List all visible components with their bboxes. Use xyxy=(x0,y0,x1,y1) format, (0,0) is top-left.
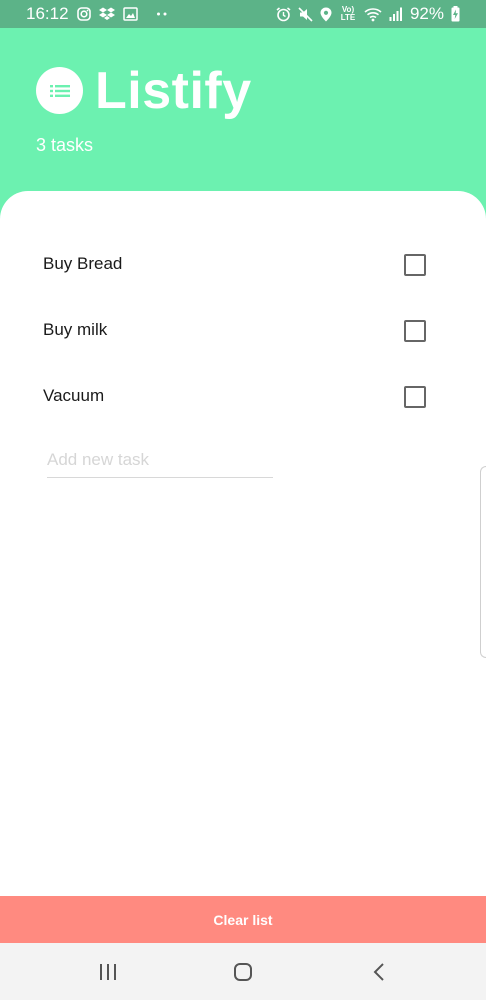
more-dots-icon xyxy=(156,5,168,23)
list-icon xyxy=(49,84,70,97)
task-checkbox[interactable] xyxy=(404,386,426,408)
volte-icon: Vo) LTE xyxy=(339,5,357,23)
home-icon xyxy=(234,962,252,981)
system-nav-bar xyxy=(0,943,486,1000)
app-logo xyxy=(36,67,83,114)
task-checkbox[interactable] xyxy=(404,320,426,342)
network-label: Vo) LTE xyxy=(340,5,356,22)
battery-level: 92% xyxy=(409,4,444,23)
task-label: Buy milk xyxy=(43,320,108,339)
back-icon xyxy=(373,962,384,981)
clear-list-button[interactable]: Clear list xyxy=(0,896,486,943)
task-label: Vacuum xyxy=(43,386,105,405)
edge-panel-handle[interactable] xyxy=(480,466,486,658)
home-button[interactable] xyxy=(213,943,273,1000)
back-button[interactable] xyxy=(349,943,409,1000)
alarm-icon xyxy=(276,5,291,23)
task-count: 3 tasks xyxy=(36,135,94,155)
image-icon xyxy=(122,5,138,23)
recent-apps-icon xyxy=(100,963,116,980)
location-icon xyxy=(320,5,332,23)
dropbox-icon xyxy=(98,5,115,23)
signal-icon xyxy=(389,5,403,23)
clock: 16:12 xyxy=(26,4,69,23)
mute-icon xyxy=(298,5,313,23)
recent-apps-button[interactable] xyxy=(78,943,138,1000)
task-checkbox[interactable] xyxy=(404,254,426,276)
status-bar: 16:12 Vo) LTE 92% xyxy=(0,0,486,28)
add-task-input[interactable] xyxy=(47,443,273,478)
instagram-icon xyxy=(76,5,91,23)
clear-list-label: Clear list xyxy=(213,911,273,928)
battery-charging-icon xyxy=(451,5,460,23)
task-label: Buy Bread xyxy=(43,254,123,273)
app-title: Listify xyxy=(95,62,252,120)
task-list-card: Buy Bread Buy milk Vacuum xyxy=(0,191,486,896)
wifi-icon xyxy=(364,5,382,23)
status-left: 16:12 xyxy=(26,4,168,24)
status-right: Vo) LTE 92% xyxy=(276,4,460,24)
